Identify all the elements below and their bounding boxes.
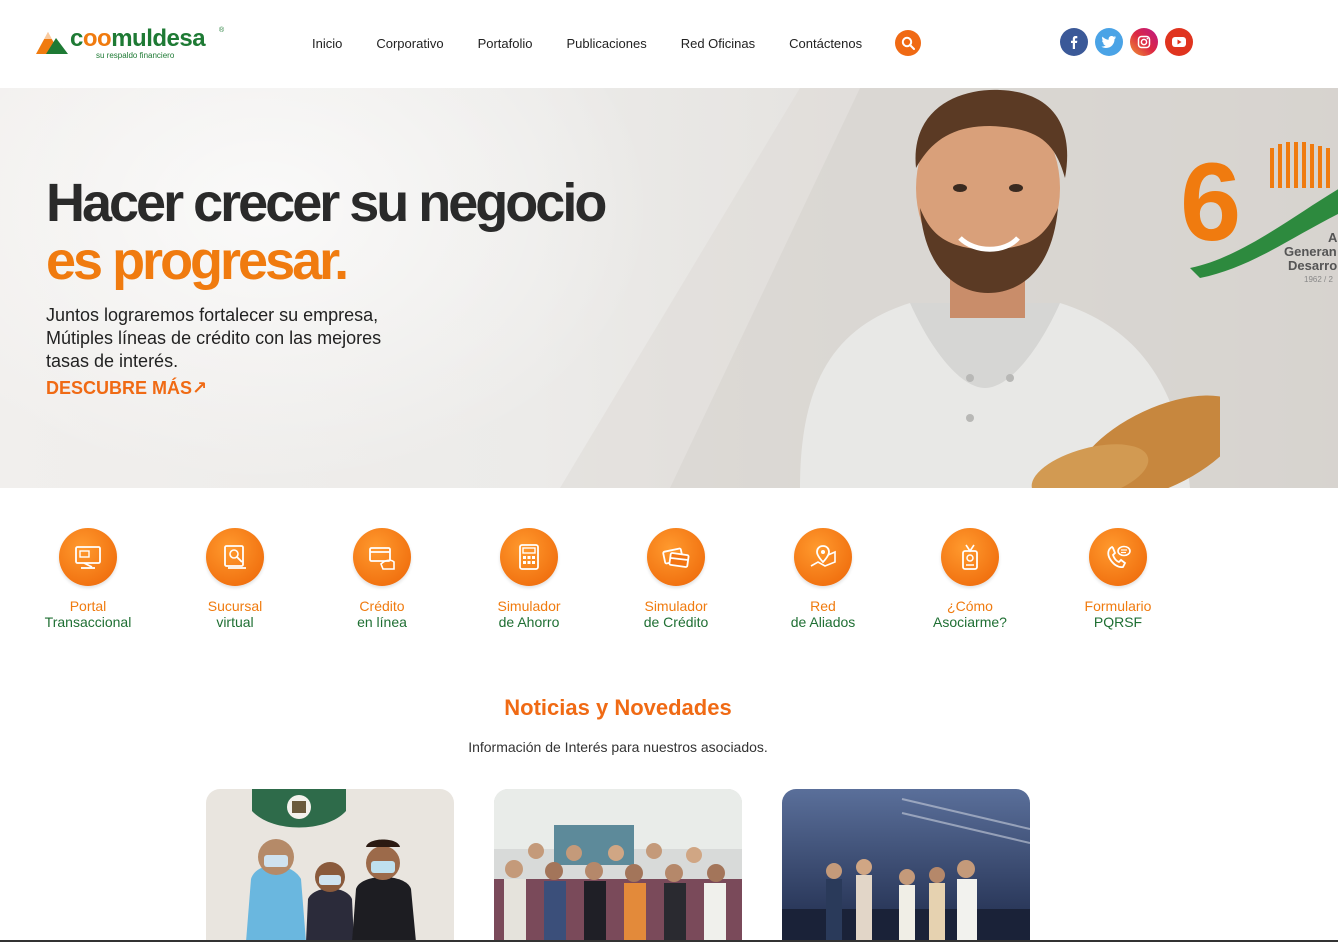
quick-link-label-1: Red [810,598,836,614]
nav-red-oficinas[interactable]: Red Oficinas [681,36,755,52]
news-card-1-image [206,789,454,942]
quick-link-label-2: Asociarme? [933,614,1007,630]
news-card-2-image [494,789,742,942]
quick-link-label-2: de Crédito [643,614,709,630]
nav-inicio[interactable]: Inicio [312,36,342,52]
quick-link-label-2: virtual [216,614,254,630]
news-card-1[interactable] [206,789,454,942]
twitter-glyph [1101,36,1116,48]
facebook-icon[interactable] [1060,28,1088,56]
main-nav: Inicio Corporativo Portafolio Publicacio… [312,36,896,52]
quick-link-label-2: en línea [357,614,407,630]
news-card-3[interactable] [782,789,1030,942]
quick-link-label-1: Simulador [644,598,708,614]
quick-link-label-1: Formulario [1084,598,1152,614]
hero-description: Juntos lograremos fortalecer su empresa,… [46,305,382,371]
quick-link-credito-en-linea[interactable]: Crédito en línea [308,528,456,630]
quick-link-label-2: de Ahorro [498,614,560,630]
site-header: coomuldesa ® su respaldo financiero Inic… [0,0,1338,88]
badge-line4: 1962 / 2 [1304,275,1333,284]
badge-line2: Generan [1284,244,1337,259]
youtube-glyph [1172,37,1186,47]
news-card-3-image [782,789,1030,942]
quick-link-label-1: Simulador [497,598,561,614]
quick-link-label-1: Crédito [359,598,405,614]
anniversary-badge-image: 6 A Generan Desarro 1962 / 2 [1180,141,1338,284]
quick-links: Portal Transaccional Sucursal virtual Cr… [0,488,1338,648]
arrow-up-right-icon: ↗ [192,378,208,398]
quick-link-label-2: Transaccional [44,614,132,630]
quick-link-simulador-ahorro[interactable]: Simulador de Ahorro [455,528,603,630]
news-card-2[interactable] [494,789,742,942]
logo-wordmark: coomuldesa [70,25,206,52]
discover-more-label: DESCUBRE MÁS [46,378,193,398]
quick-link-formulario-pqrsf[interactable]: Formulario PQRSF [1044,528,1192,630]
badge-number: 6 [1180,141,1241,264]
quick-link-label-1: ¿Cómo [947,598,993,614]
news-section-title: Noticias y Novedades [504,695,732,720]
quick-link-simulador-credito[interactable]: Simulador de Crédito [602,528,750,630]
quick-link-como-asociarme[interactable]: ¿Cómo Asociarme? [896,528,1044,630]
logo[interactable]: coomuldesa ® su respaldo financiero [36,24,236,64]
nav-corporativo[interactable]: Corporativo [376,36,443,52]
logo-registered-mark: ® [219,27,225,34]
map-pin-icon [794,528,852,586]
card-hand-icon [353,528,411,586]
badge-line1: A [1328,230,1338,245]
quick-link-sucursal-virtual[interactable]: Sucursal virtual [161,528,309,630]
logo-tagline: su respaldo financiero [96,51,175,60]
nav-contactenos[interactable]: Contáctenos [789,36,862,52]
phone-chat-icon [1089,528,1147,586]
quick-link-label-1: Sucursal [207,598,263,614]
computer-icon [59,528,117,586]
youtube-icon[interactable] [1165,28,1193,56]
logo-mountain-icon [36,32,68,54]
news-section-subtitle: Información de Interés para nuestros aso… [468,739,768,755]
nav-portafolio[interactable]: Portafolio [478,36,533,52]
calculator-icon [500,528,558,586]
online-branch-icon [206,528,264,586]
instagram-icon[interactable] [1130,28,1158,56]
quick-link-label-2: de Aliados [790,614,856,630]
twitter-icon[interactable] [1095,28,1123,56]
quick-link-red-aliados[interactable]: Red de Aliados [749,528,897,630]
discover-more-link[interactable]: DESCUBRE MÁS↗ [46,377,207,399]
hero-baker-image [800,89,1220,488]
hero-title-line1: Hacer crecer su negocio [46,173,607,233]
credit-cards-icon [647,528,705,586]
instagram-glyph [1137,35,1151,49]
facebook-glyph [1071,36,1078,49]
search-icon [901,36,915,50]
badge-line3: Desarro [1288,258,1337,273]
hero-title-line2: es progresar. [46,231,349,291]
search-button[interactable] [895,30,921,56]
nav-publicaciones[interactable]: Publicaciones [566,36,646,52]
quick-link-portal-transaccional[interactable]: Portal Transaccional [14,528,162,630]
id-badge-icon [941,528,999,586]
quick-link-label-1: Portal [69,598,107,614]
quick-link-label-2: PQRSF [1093,614,1143,630]
hero-banner: 6 A Generan Desarro 1962 / 2 Hacer crece… [0,88,1338,488]
